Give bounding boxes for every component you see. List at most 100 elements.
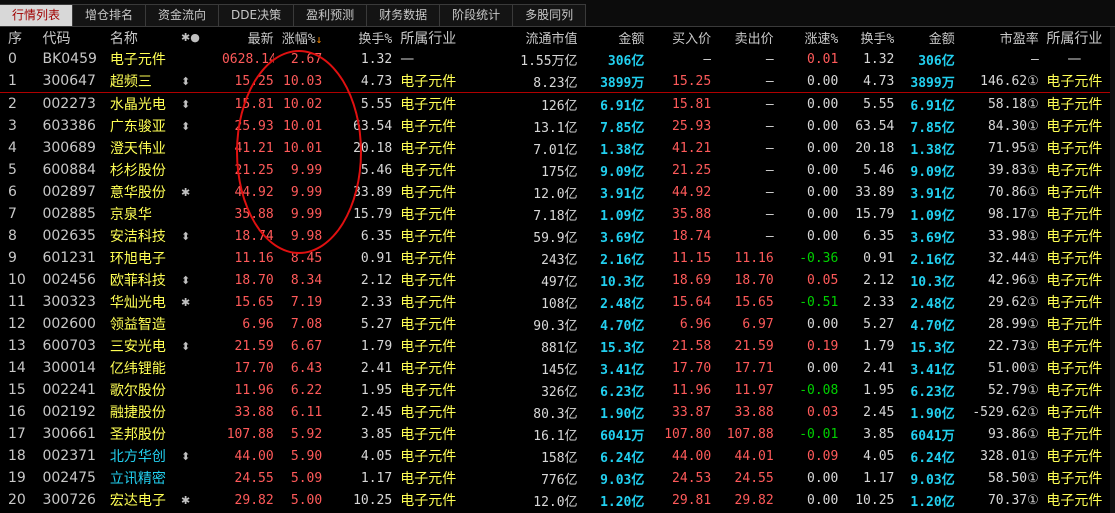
stock-name: 圣邦股份 xyxy=(109,427,166,443)
tab-stage-stats[interactable]: 阶段统计 xyxy=(439,4,514,26)
change-pct: 10.01 xyxy=(283,118,323,134)
table-row[interactable]: 17 300661 圣邦股份 107.88 5.92 3.85 电子元件 16.1亿 6041万… xyxy=(0,423,1110,445)
bid-price: 18.74 xyxy=(672,228,712,244)
ask-price: — xyxy=(765,51,774,67)
col-header-bid[interactable]: 买入价 xyxy=(644,27,711,48)
table-row[interactable]: 2 002273 水晶光电 ⬍ 15.81 10.02 5.55 电子元件 126亿 6.91亿 1… xyxy=(0,93,1110,116)
amount-2: 9.03亿 xyxy=(910,472,955,488)
table-row[interactable]: 10 002456 欧菲科技 ⬍ 18.70 8.34 2.12 电子元件 497亿 10.3亿 1… xyxy=(0,269,1110,291)
table-row[interactable]: 15 002241 歌尔股份 11.96 6.22 1.95 电子元件 326亿 6.23亿 11… xyxy=(0,379,1110,401)
change-speed: 0.00 xyxy=(807,316,839,332)
bid-price: 21.25 xyxy=(672,162,712,178)
stock-name: 融捷股份 xyxy=(109,405,166,421)
col-header-amount[interactable]: 金额 xyxy=(578,27,644,48)
ask-price: 15.65 xyxy=(734,294,774,310)
col-header-turnover-2[interactable]: 换手% xyxy=(838,27,895,48)
table-row[interactable]: 13 600703 三安光电 ⬍ 21.59 6.67 1.79 电子元件 881亿 15.3亿 2… xyxy=(0,335,1110,357)
col-header-mark[interactable]: ✱● xyxy=(181,27,222,48)
ask-price: 21.59 xyxy=(734,338,774,354)
stock-mark xyxy=(181,467,222,489)
tab-dde[interactable]: DDE决策 xyxy=(218,4,295,26)
scrollbar[interactable] xyxy=(1110,27,1115,513)
tab-multi-stock[interactable]: 多股同列 xyxy=(512,4,587,26)
latest-price: 17.70 xyxy=(234,360,274,376)
col-header-industry[interactable]: 所属行业 xyxy=(392,27,502,48)
col-header-amount-2[interactable]: 金额 xyxy=(894,27,955,48)
industry: 电子元件 xyxy=(400,339,457,355)
turnover-pct: 4.05 xyxy=(360,448,393,464)
col-header-price[interactable]: 最新 xyxy=(222,27,274,48)
turnover-pct: 15.79 xyxy=(353,206,393,222)
tab-financial-data[interactable]: 财务数据 xyxy=(366,4,441,26)
col-header-industry-2[interactable]: 所属行业 xyxy=(1039,27,1110,48)
change-speed: 0.00 xyxy=(807,470,839,486)
stock-mark xyxy=(181,48,222,70)
col-header-change-pct[interactable]: 涨幅%↓ xyxy=(274,27,337,48)
amount-2: 3.41亿 xyxy=(910,362,955,378)
row-index: 7 xyxy=(8,206,17,222)
tab-quote-list[interactable]: 行情列表 xyxy=(0,4,74,26)
stock-mark xyxy=(181,423,222,445)
table-row[interactable]: 19 002475 立讯精密 24.55 5.09 1.17 电子元件 776亿 9.03亿 24… xyxy=(0,467,1110,489)
col-header-index[interactable]: 序 xyxy=(0,27,34,48)
turnover-pct: 2.33 xyxy=(360,294,393,310)
col-header-name[interactable]: 名称 xyxy=(110,27,181,48)
amount: 2.48亿 xyxy=(600,296,645,312)
amount: 3.91亿 xyxy=(600,186,645,202)
table-row[interactable]: 6 002897 意华股份 ✱ 44.92 9.99 33.89 电子元件 12.0亿 3.91亿… xyxy=(0,181,1110,203)
pe-ratio: — xyxy=(1030,51,1039,67)
table-row[interactable]: 12 002600 领益智造 6.96 7.08 5.27 电子元件 90.3亿 4.70亿 6.… xyxy=(0,313,1110,335)
amount: 1.90亿 xyxy=(600,406,645,422)
row-index: 1 xyxy=(0,70,35,93)
tab-profit-forecast[interactable]: 盈利预测 xyxy=(293,4,368,26)
amount-2: 6.91亿 xyxy=(910,98,955,114)
stock-name: 三安光电 xyxy=(109,339,166,355)
change-pct: 5.92 xyxy=(290,426,323,442)
table-row[interactable]: 11 300323 华灿光电 ✱ 15.65 7.19 2.33 电子元件 108亿 2.48亿 1… xyxy=(0,291,1110,313)
col-header-ask[interactable]: 卖出价 xyxy=(711,27,774,48)
col-header-speed[interactable]: 涨速% xyxy=(774,27,839,48)
tab-capital-flow[interactable]: 资金流向 xyxy=(145,4,220,26)
table-row[interactable]: 20 300726 宏达电子 ✱ 29.82 5.00 10.25 电子元件 12.0亿 1.20… xyxy=(0,489,1110,511)
table-row[interactable]: 1 300647 超频三 ⬍ 15.25 10.03 4.73 电子元件 8.23亿 3899万 1… xyxy=(0,70,1110,93)
col-header-market-cap[interactable]: 流通市值 xyxy=(502,27,578,48)
table-row[interactable]: 8 002635 安洁科技 ⬍ 18.74 9.98 6.35 电子元件 59.9亿 3.69亿 1… xyxy=(0,225,1110,247)
tab-position-rank[interactable]: 增仓排名 xyxy=(72,4,147,26)
table-row[interactable]: 4 300689 澄天伟业 41.21 10.01 20.18 电子元件 7.01亿 1.38亿… xyxy=(0,137,1110,159)
turnover-pct-2: 2.12 xyxy=(863,272,895,288)
latest-price: 15.81 xyxy=(234,96,274,112)
table-row[interactable]: 16 002192 融捷股份 33.88 6.11 2.45 电子元件 80.3亿 1.90亿 3… xyxy=(0,401,1110,423)
stock-code: 300726 xyxy=(42,492,96,508)
table-row[interactable]: 5 600884 杉杉股份 21.25 9.99 5.46 电子元件 175亿 9.09亿 21.… xyxy=(0,159,1110,181)
table-row[interactable]: 7 002885 京泉华 35.88 9.99 15.79 电子元件 7.18亿 1.09亿 35… xyxy=(0,203,1110,225)
row-index: 14 xyxy=(8,360,26,376)
ask-price: 44.01 xyxy=(734,448,774,464)
industry: 电子元件 xyxy=(400,97,457,113)
col-header-pe[interactable]: 市盈率 xyxy=(955,27,1039,48)
turnover-pct-2: 4.73 xyxy=(838,70,895,93)
col-header-code[interactable]: 代码 xyxy=(34,27,109,48)
industry: 电子元件 xyxy=(400,273,457,289)
amount-2: 3.69亿 xyxy=(910,230,955,246)
row-index: 3 xyxy=(8,118,17,134)
latest-price: 21.25 xyxy=(234,162,274,178)
industry-2: 电子元件 xyxy=(1046,207,1103,223)
table-row[interactable]: 18 002371 北方华创 ⬍ 44.00 5.90 4.05 电子元件 158亿 6.24亿 4… xyxy=(0,445,1110,467)
amount: 3.69亿 xyxy=(600,230,645,246)
float-market-cap: 1.55万亿 xyxy=(520,53,578,69)
turnover-pct: 2.45 xyxy=(360,404,393,420)
ask-price: 11.16 xyxy=(734,250,774,266)
col-header-turnover[interactable]: 换手% xyxy=(336,27,392,48)
change-speed: 0.00 xyxy=(773,70,839,93)
row-index: 0 xyxy=(8,51,17,67)
bid-price: 11.15 xyxy=(672,250,712,266)
ask-price: — xyxy=(711,70,774,93)
table-row[interactable]: 9 601231 环旭电子 11.16 8.45 0.91 电子元件 243亿 2.16亿 11.… xyxy=(0,247,1110,269)
table-row[interactable]: 3 603386 广东骏亚 ⬍ 25.93 10.01 63.54 电子元件 13.1亿 7.85… xyxy=(0,115,1110,137)
ask-price: — xyxy=(765,206,774,222)
float-market-cap: 80.3亿 xyxy=(533,406,578,422)
turnover-pct: 5.55 xyxy=(360,96,393,112)
table-row[interactable]: 14 300014 亿纬锂能 17.70 6.43 2.41 电子元件 145亿 3.41亿 17… xyxy=(0,357,1110,379)
table-row[interactable]: 0 BK0459 电子元件 0628.14 2.67 1.32 — 1.55万亿 306亿 — — 0… xyxy=(0,48,1110,70)
amount: 9.09亿 xyxy=(600,164,645,180)
